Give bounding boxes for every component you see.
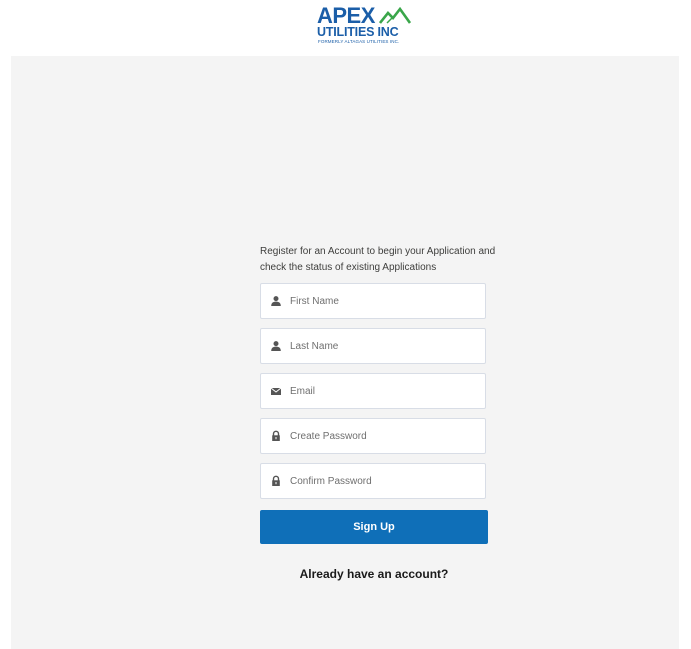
email-field[interactable]: Email [260, 373, 486, 409]
email-placeholder: Email [290, 386, 316, 397]
lock-icon [272, 475, 280, 486]
create-password-placeholder: Create Password [290, 431, 367, 442]
confirm-password-placeholder: Confirm Password [290, 476, 372, 487]
intro-text: Register for an Account to begin your Ap… [260, 246, 496, 273]
first-name-placeholder: First Name [290, 296, 339, 307]
login-link[interactable]: Already have an account? [260, 565, 488, 583]
logo-brand: APEX [317, 3, 375, 28]
create-password-field[interactable]: Create Password [260, 418, 486, 454]
mountain-icon [379, 7, 411, 24]
sign-up-button[interactable]: Sign Up [260, 510, 488, 544]
logo-subtitle: UTILITIES INC [317, 25, 399, 39]
first-name-field[interactable]: First Name [260, 283, 486, 319]
last-name-placeholder: Last Name [290, 341, 339, 352]
envelope-icon [270, 387, 282, 395]
user-icon [271, 341, 281, 351]
header: APEX UTILITIES INC FORMERLY ALTAGAS UTIL… [0, 0, 691, 56]
last-name-field[interactable]: Last Name [260, 328, 486, 364]
lock-icon [272, 430, 280, 441]
user-icon [271, 296, 281, 306]
confirm-password-field[interactable]: Confirm Password [260, 463, 486, 499]
logo-formerly: FORMERLY ALTAGAS UTILITIES INC. [318, 39, 400, 44]
apex-utilities-logo: APEX UTILITIES INC FORMERLY ALTAGAS UTIL… [312, 5, 422, 47]
